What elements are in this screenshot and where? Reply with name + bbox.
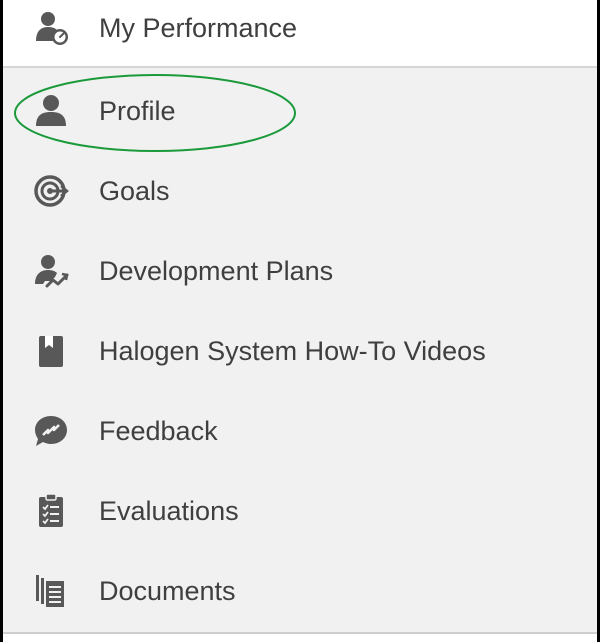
menu-item-profile[interactable]: Profile xyxy=(3,81,597,141)
menu-item-documents[interactable]: Documents xyxy=(3,561,597,621)
menu-bottom-divider xyxy=(3,632,597,634)
target-icon xyxy=(33,173,69,209)
menu-item-goals[interactable]: Goals xyxy=(3,161,597,221)
menu-item-label: Goals xyxy=(99,176,170,206)
feedback-bubble-icon xyxy=(33,413,69,449)
menu-item-label: Profile xyxy=(99,96,176,126)
documents-stack-icon xyxy=(33,573,69,609)
menu-item-feedback[interactable]: Feedback xyxy=(3,401,597,461)
menu-item-label: Documents xyxy=(99,576,236,606)
menu-header[interactable]: My Performance xyxy=(3,0,597,68)
menu-item-label: Halogen System How-To Videos xyxy=(99,336,486,366)
menu-item-development-plans[interactable]: Development Plans xyxy=(3,241,597,301)
menu-item-how-to-videos[interactable]: Halogen System How-To Videos xyxy=(3,321,597,381)
person-icon xyxy=(33,93,69,129)
person-speedometer-icon xyxy=(33,10,69,46)
menu-item-evaluations[interactable]: Evaluations xyxy=(3,481,597,541)
person-trend-icon xyxy=(33,253,69,289)
menu-item-label: Development Plans xyxy=(99,256,334,286)
menu-item-label: Feedback xyxy=(99,416,218,446)
menu-header-title: My Performance xyxy=(99,13,298,43)
bookmark-book-icon xyxy=(33,333,69,369)
menu-item-label: Evaluations xyxy=(99,496,239,526)
clipboard-checklist-icon xyxy=(33,493,69,529)
